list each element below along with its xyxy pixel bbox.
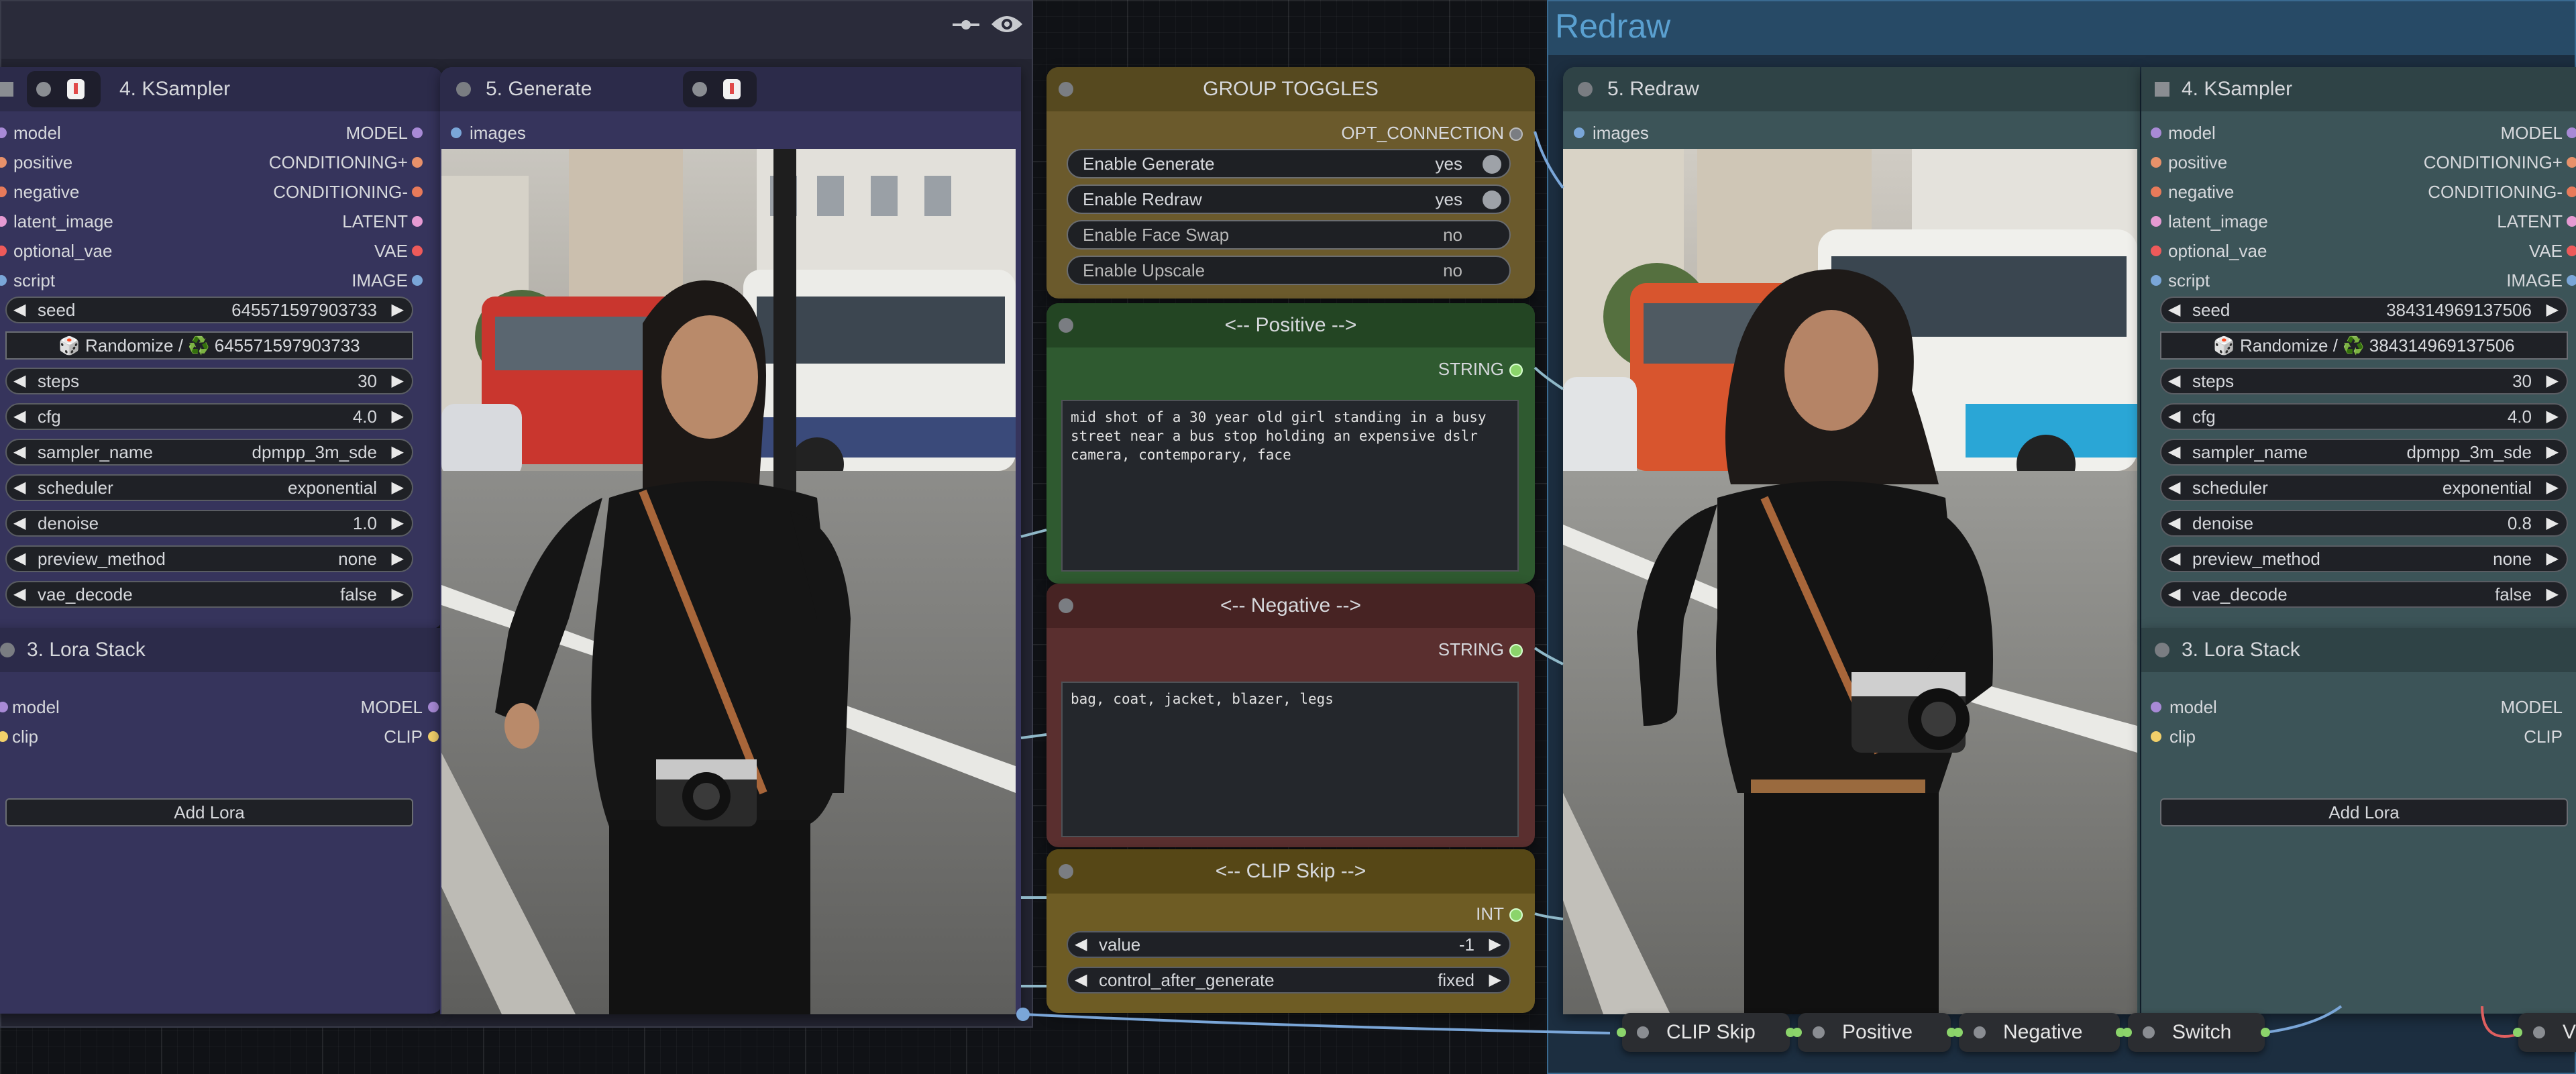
- tab-negative[interactable]: Negative: [1953, 1013, 2125, 1052]
- input-socket[interactable]: [1953, 1028, 1963, 1037]
- collapse-dot-icon[interactable]: [1813, 1026, 1825, 1038]
- tab-switch[interactable]: Switch: [2123, 1013, 2270, 1052]
- input-socket[interactable]: [2123, 1028, 2132, 1037]
- input-socket[interactable]: [1792, 1028, 1802, 1037]
- input-socket[interactable]: [1617, 1028, 1626, 1037]
- tab-label: Switch: [2172, 1021, 2232, 1043]
- tab-positive[interactable]: Positive: [1792, 1013, 1956, 1052]
- tab-label: Negative: [2003, 1021, 2083, 1043]
- input-socket[interactable]: [2513, 1028, 2522, 1037]
- tab-label: Positive: [1842, 1021, 1913, 1043]
- collapse-dot-icon[interactable]: [1637, 1026, 1649, 1038]
- output-socket[interactable]: [2261, 1028, 2270, 1037]
- tab-label: CLIP Skip: [1666, 1021, 1756, 1043]
- collapse-dot-icon[interactable]: [2533, 1026, 2545, 1038]
- tab-v[interactable]: V: [2513, 1013, 2576, 1052]
- connection-wires: [1016, 131, 2523, 1038]
- collapse-dot-icon[interactable]: [2143, 1026, 2155, 1038]
- tab-label: V: [2563, 1021, 2576, 1043]
- collapse-dot-icon[interactable]: [1974, 1026, 1986, 1038]
- tab-clip-skip[interactable]: CLIP Skip: [1617, 1013, 1795, 1052]
